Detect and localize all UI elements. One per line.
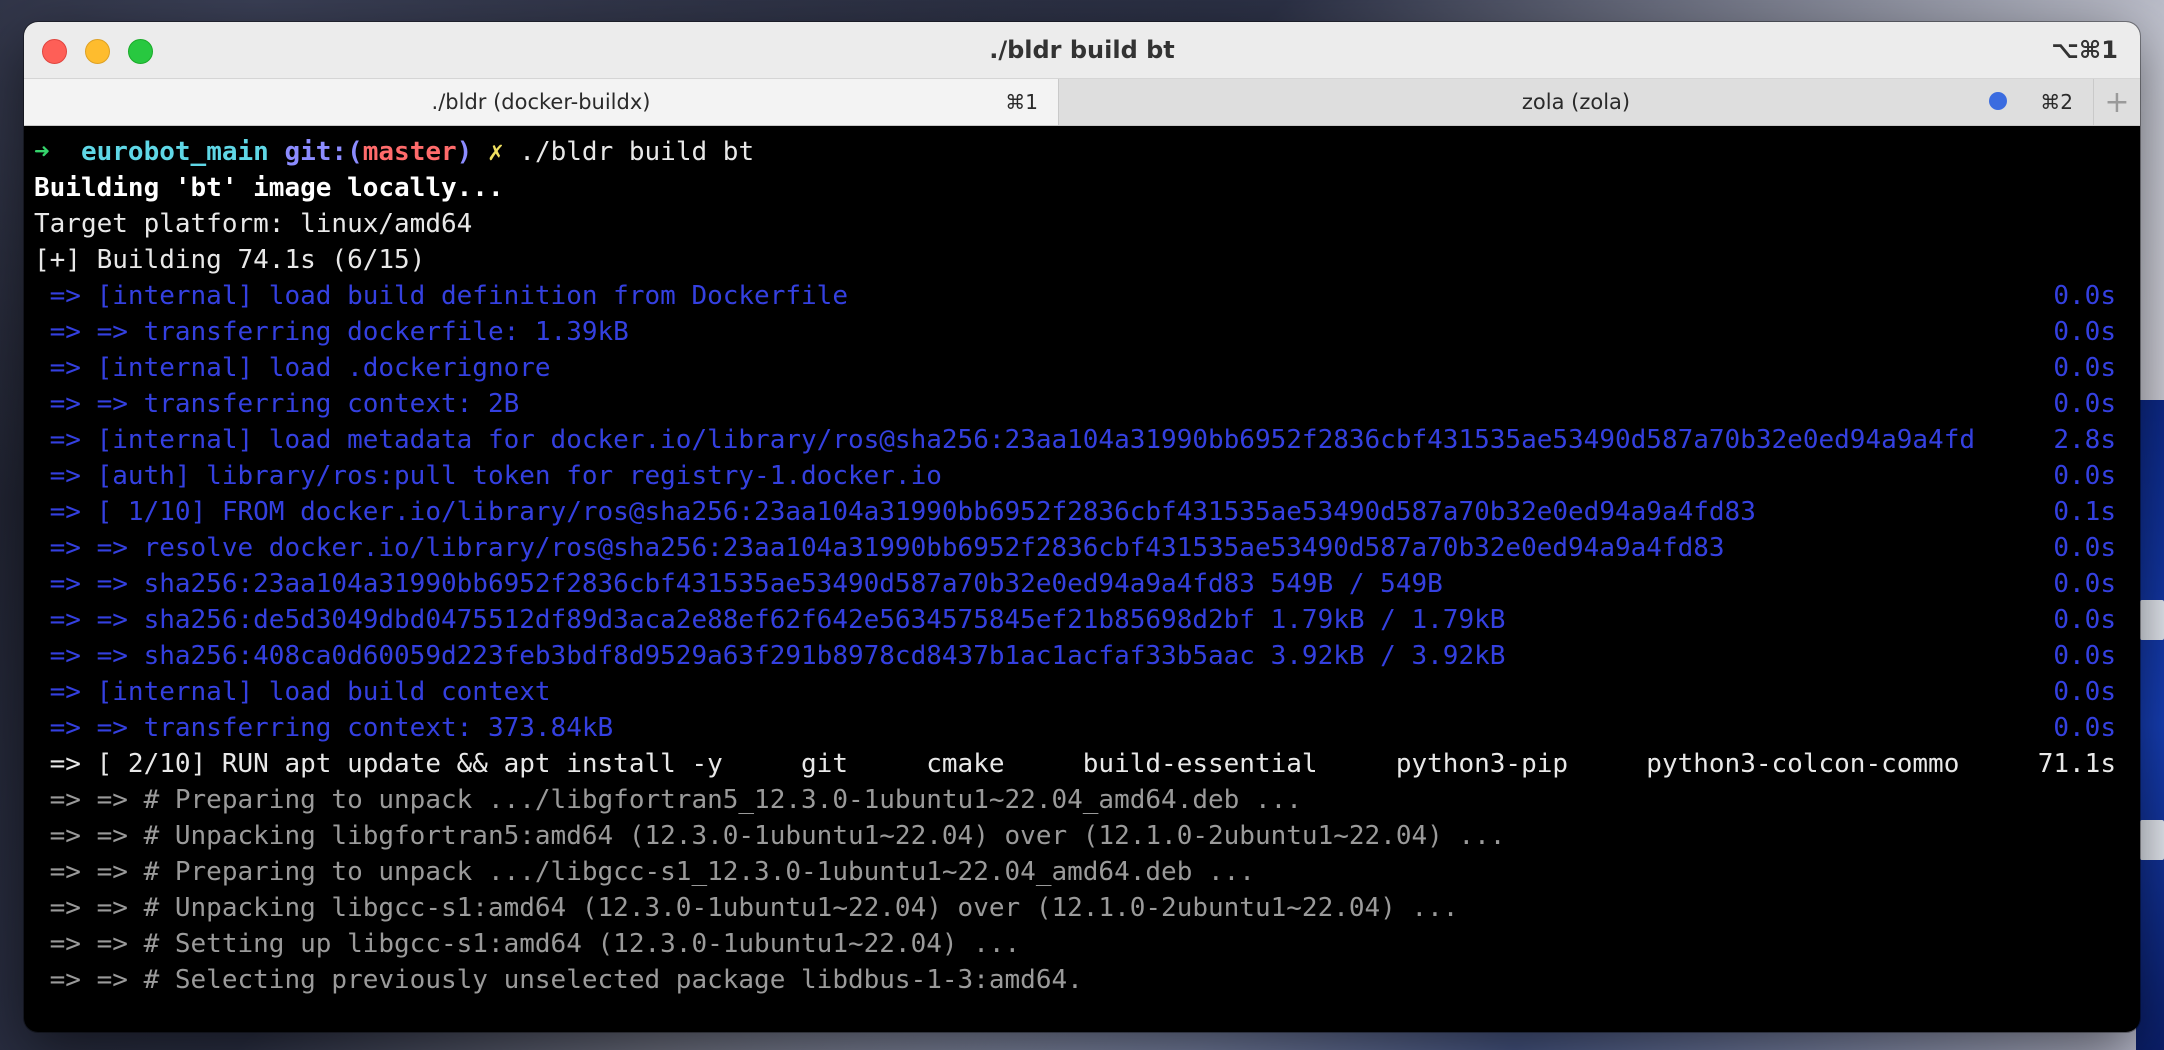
line-text: => [internal] load .dockerignore [34,353,551,383]
line-duration: 2.8s [2053,425,2116,455]
terminal-line: => => # Unpacking libgcc-s1:amd64 (12.3.… [34,890,2130,926]
tab-bar: ./bldr (docker-buildx) ⌘1 zola (zola) ⌘2… [24,79,2140,126]
terminal-line: [+] Building 74.1s (6/15) [34,242,2130,278]
line-duration: 0.0s [2053,533,2116,563]
terminal-line: => [ 2/10] RUN apt update && apt install… [34,746,2130,782]
new-tab-button[interactable]: + [2094,79,2140,125]
line-text: => => transferring dockerfile: 1.39kB [34,317,629,347]
activity-dot-icon [1989,92,2007,110]
window-title: ./bldr build bt [989,36,1175,64]
terminal-line: => => # Setting up libgcc-s1:amd64 (12.3… [34,926,2130,962]
line-duration: 0.1s [2053,497,2116,527]
line-text: Target platform: linux/amd64 [34,209,473,239]
tab-label: zola (zola) [1521,90,1631,114]
line-text: => => # Unpacking libgcc-s1:amd64 (12.3.… [34,893,1459,923]
tab-shortcut: ⌘1 [1005,90,1038,114]
terminal-line: => => sha256:408ca0d60059d223feb3bdf8d95… [34,638,2130,674]
line-duration: 0.0s [2053,677,2116,707]
terminal-line: => [internal] load build definition from… [34,278,2130,314]
tab-bldr[interactable]: ./bldr (docker-buildx) ⌘1 [24,79,1059,125]
terminal-line: => => # Selecting previously unselected … [34,962,2130,998]
git-label: git:( [284,137,363,167]
line-text: [+] Building 74.1s (6/15) [34,245,426,275]
line-duration: 0.0s [2053,461,2116,491]
minimize-button[interactable] [85,39,110,64]
line-duration: 0.0s [2053,281,2116,311]
background-chip [2140,820,2164,860]
line-text: => [ 2/10] RUN apt update && apt install… [34,749,1960,779]
line-text: => => # Selecting previously unselected … [34,965,1083,995]
git-label-close: ) [456,137,473,167]
zoom-button[interactable] [128,39,153,64]
tab-label: ./bldr (docker-buildx) [431,90,651,114]
background-window-sliver [2136,400,2164,1050]
line-text: => => # Unpacking libgfortran5:amd64 (12… [34,821,1506,851]
terminal-line: => => transferring context: 2B 0.0s [34,386,2130,422]
terminal-line: => [internal] load metadata for docker.i… [34,422,2130,458]
line-text: => [ 1/10] FROM docker.io/library/ros@sh… [34,497,1756,527]
line-text: => => sha256:23aa104a31990bb6952f2836cbf… [34,569,1443,599]
line-text: Building 'bt' image locally... [34,173,504,203]
dirty-marker: ✗ [487,137,504,167]
close-button[interactable] [42,39,67,64]
line-text: => [internal] load build definition from… [34,281,848,311]
line-duration: 71.1s [2037,749,2116,779]
terminal-output[interactable]: ➜ eurobot_main git:(master) ✗ ./bldr bui… [24,126,2140,998]
line-text: => => # Preparing to unpack .../libgcc-s… [34,857,1255,887]
tab-shortcut: ⌘2 [2040,90,2073,114]
line-text: => [internal] load metadata for docker.i… [34,425,1976,455]
line-duration: 0.0s [2053,641,2116,671]
line-duration: 0.0s [2053,317,2116,347]
terminal-line: => [auth] library/ros:pull token for reg… [34,458,2130,494]
tab-zola[interactable]: zola (zola) ⌘2 [1059,79,2094,125]
terminal-line: => => resolve docker.io/library/ros@sha2… [34,530,2130,566]
line-text: => => sha256:408ca0d60059d223feb3bdf8d95… [34,641,1506,671]
line-duration: 0.0s [2053,353,2116,383]
terminal-line: => [internal] load build context 0.0s [34,674,2130,710]
terminal-line: => => # Preparing to unpack .../libgfort… [34,782,2130,818]
terminal-line: => => sha256:23aa104a31990bb6952f2836cbf… [34,566,2130,602]
prompt-arrow-icon: ➜ [34,137,50,167]
terminal-line: => [internal] load .dockerignore 0.0s [34,350,2130,386]
prompt-command: ./bldr build bt [519,137,755,167]
prompt-directory: eurobot_main [80,137,269,167]
git-branch: master [362,137,457,167]
title-bar[interactable]: ./bldr build bt ⌥⌘1 [24,22,2140,79]
terminal-line: Target platform: linux/amd64 [34,206,2130,242]
terminal-line: => => transferring context: 373.84kB 0.0s [34,710,2130,746]
line-duration: 0.0s [2053,569,2116,599]
window-shortcut: ⌥⌘1 [2051,36,2118,64]
terminal-line: => [ 1/10] FROM docker.io/library/ros@sh… [34,494,2130,530]
terminal-line: => => # Preparing to unpack .../libgcc-s… [34,854,2130,890]
window-controls [42,39,153,64]
line-duration: 0.0s [2053,605,2116,635]
line-duration: 0.0s [2053,713,2116,743]
line-duration: 0.0s [2053,389,2116,419]
line-text: => => resolve docker.io/library/ros@sha2… [34,533,1725,563]
terminal-line: Building 'bt' image locally... [34,170,2130,206]
line-text: => [auth] library/ros:pull token for reg… [34,461,942,491]
prompt-line: ➜ eurobot_main git:(master) ✗ ./bldr bui… [34,134,2130,170]
line-text: => => transferring context: 373.84kB [34,713,614,743]
terminal-window: ./bldr build bt ⌥⌘1 ./bldr (docker-build… [24,22,2140,1032]
terminal-line: => => # Unpacking libgfortran5:amd64 (12… [34,818,2130,854]
line-text: => => transferring context: 2B [34,389,520,419]
line-text: => => # Preparing to unpack .../libgfort… [34,785,1302,815]
terminal-line: => => sha256:de5d3049dbd0475512df89d3aca… [34,602,2130,638]
terminal-line: => => transferring dockerfile: 1.39kB 0.0… [34,314,2130,350]
line-text: => [internal] load build context [34,677,551,707]
line-text: => => sha256:de5d3049dbd0475512df89d3aca… [34,605,1506,635]
line-text: => => # Setting up libgcc-s1:amd64 (12.3… [34,929,1021,959]
background-chip [2140,600,2164,640]
